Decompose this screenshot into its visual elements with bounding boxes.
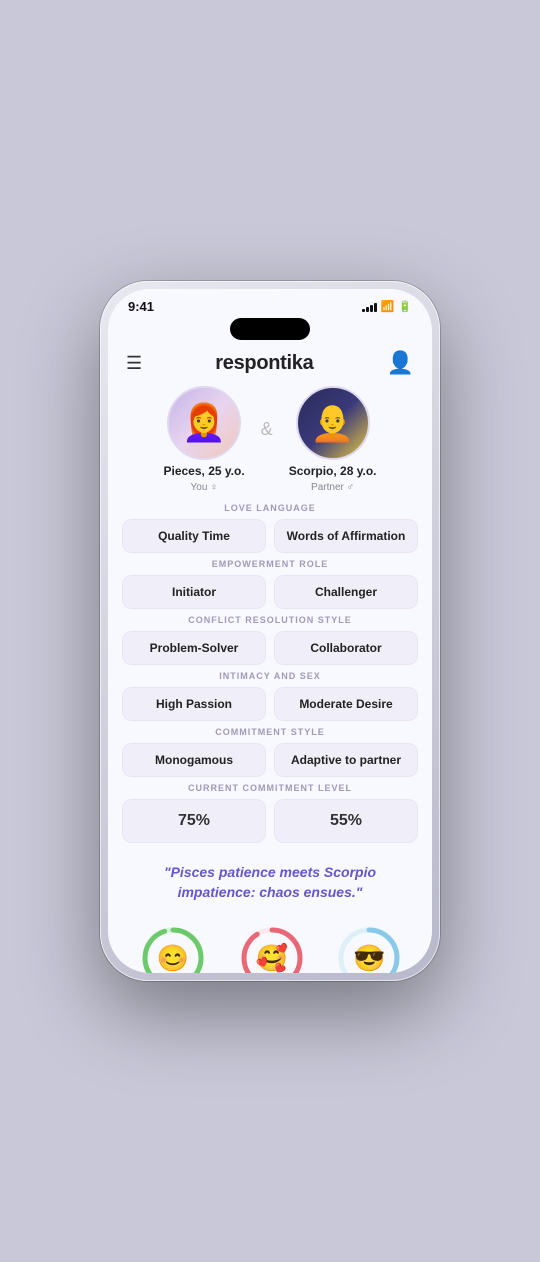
- phone-screen: 9:41 📶 🔋 ☰ respontika 👤: [108, 289, 432, 973]
- scores-row: 😊 Balance: 95% 🥰 Love: 91% 😎 Sex: 45%: [122, 922, 418, 973]
- trait-chip-0-0: Quality Time: [122, 519, 266, 553]
- trait-chip-0-1: Words of Affirmation: [274, 519, 418, 553]
- trait-row-0: Quality TimeWords of Affirmation: [122, 519, 418, 553]
- commitment-level-block: CURRENT COMMITMENT LEVEL 75% 55%: [122, 783, 418, 843]
- section-block-0: LOVE LANGUAGE Quality TimeWords of Affirm…: [122, 503, 418, 553]
- score-circle-2: 😎: [337, 926, 401, 973]
- section-label-0: LOVE LANGUAGE: [122, 503, 418, 513]
- trait-chip-4-1: Adaptive to partner: [274, 743, 418, 777]
- section-label-1: EMPOWERMENT ROLE: [122, 559, 418, 569]
- user-avatar-wrap: 👩‍🦰 Pieces, 25 y.o. You ♀: [164, 386, 245, 493]
- main-content: 👩‍🦰 Pieces, 25 y.o. You ♀ & 🧑‍🦲 Scorpio,…: [108, 386, 432, 973]
- status-time: 9:41: [128, 299, 154, 314]
- score-circle-0: 😊: [141, 926, 205, 973]
- partner-name: Scorpio, 28 y.o.: [289, 464, 377, 478]
- trait-row-1: InitiatorChallenger: [122, 575, 418, 609]
- section-label-4: COMMITMENT STYLE: [122, 727, 418, 737]
- score-emoji-0: 😊: [156, 945, 188, 971]
- user-avatar: 👩‍🦰: [167, 386, 241, 460]
- partner-avatar-wrap: 🧑‍🦲 Scorpio, 28 y.o. Partner ♂: [289, 386, 377, 493]
- section-block-1: EMPOWERMENT ROLE InitiatorChallenger: [122, 559, 418, 609]
- user-sub: You ♀: [191, 482, 218, 493]
- commitment-partner: 55%: [274, 799, 418, 843]
- commitment-user: 75%: [122, 799, 266, 843]
- trait-chip-3-1: Moderate Desire: [274, 687, 418, 721]
- phone-frame: 9:41 📶 🔋 ☰ respontika 👤: [100, 281, 440, 981]
- app-title: respontika: [215, 352, 313, 375]
- quote-text: "Pisces patience meets Scorpio impatienc…: [136, 863, 404, 902]
- section-label-2: CONFLICT RESOLUTION STYLE: [122, 615, 418, 625]
- score-item-0: 😊 Balance: 95%: [139, 926, 207, 973]
- profile-icon[interactable]: 👤: [387, 350, 414, 376]
- trait-chip-1-0: Initiator: [122, 575, 266, 609]
- trait-chip-2-1: Collaborator: [274, 631, 418, 665]
- partner-avatar: 🧑‍🦲: [296, 386, 370, 460]
- trait-chip-1-1: Challenger: [274, 575, 418, 609]
- score-emoji-1: 🥰: [256, 945, 288, 971]
- score-circle-1: 🥰: [240, 926, 304, 973]
- partner-sub: Partner ♂: [311, 482, 354, 493]
- trait-row-4: MonogamousAdaptive to partner: [122, 743, 418, 777]
- section-block-3: INTIMACY AND SEX High PassionModerate Des…: [122, 671, 418, 721]
- menu-icon[interactable]: ☰: [126, 353, 142, 374]
- score-item-1: 🥰 Love: 91%: [240, 926, 304, 973]
- dynamic-island: [230, 318, 310, 340]
- user-name: Pieces, 25 y.o.: [164, 464, 245, 478]
- partner-avatar-emoji: 🧑‍🦲: [310, 402, 355, 444]
- battery-icon: 🔋: [398, 300, 412, 313]
- avatars-row: 👩‍🦰 Pieces, 25 y.o. You ♀ & 🧑‍🦲 Scorpio,…: [122, 386, 418, 493]
- app-header: ☰ respontika 👤: [108, 346, 432, 386]
- status-icons: 📶 🔋: [362, 300, 412, 313]
- trait-row-3: High PassionModerate Desire: [122, 687, 418, 721]
- section-label-3: INTIMACY AND SEX: [122, 671, 418, 681]
- commitment-row: 75% 55%: [122, 799, 418, 843]
- quote-box: "Pisces patience meets Scorpio impatienc…: [122, 851, 418, 914]
- status-bar: 9:41 📶 🔋: [108, 289, 432, 318]
- trait-row-2: Problem-SolverCollaborator: [122, 631, 418, 665]
- signal-icon: [362, 301, 377, 312]
- trait-chip-4-0: Monogamous: [122, 743, 266, 777]
- section-block-2: CONFLICT RESOLUTION STYLE Problem-SolverC…: [122, 615, 418, 665]
- score-item-2: 😎 Sex: 45%: [337, 926, 401, 973]
- wifi-icon: 📶: [381, 300, 395, 313]
- trait-chip-2-0: Problem-Solver: [122, 631, 266, 665]
- section-block-4: COMMITMENT STYLE MonogamousAdaptive to pa…: [122, 727, 418, 777]
- ampersand: &: [261, 419, 273, 440]
- trait-sections: LOVE LANGUAGE Quality TimeWords of Affirm…: [122, 503, 418, 777]
- user-avatar-emoji: 👩‍🦰: [182, 402, 227, 444]
- trait-chip-3-0: High Passion: [122, 687, 266, 721]
- score-emoji-2: 😎: [353, 945, 385, 971]
- commitment-level-label: CURRENT COMMITMENT LEVEL: [122, 783, 418, 793]
